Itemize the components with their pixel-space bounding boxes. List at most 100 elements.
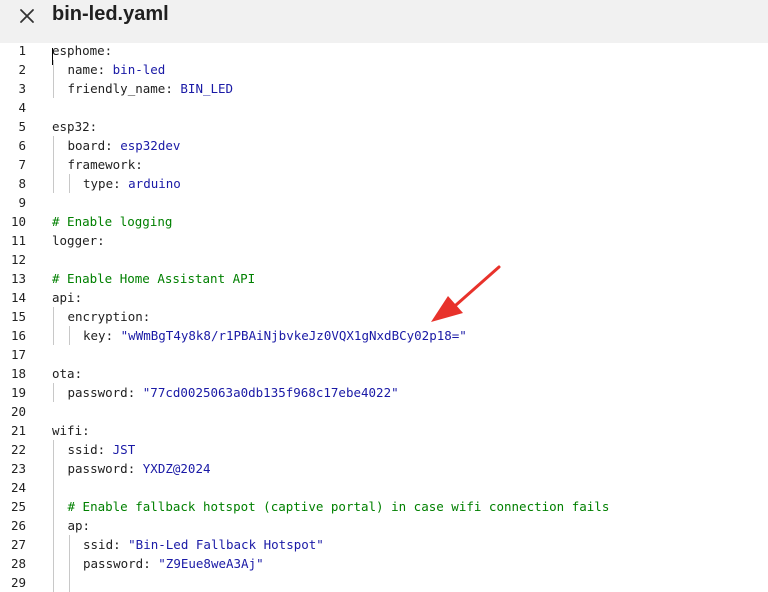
yaml-value: "wWmBgT4y8k8/r1PBAiNjbvkeJz0VQX1gNxdBCy0… [120,328,467,343]
line-number: 27 [10,537,26,552]
code-line[interactable]: 23 password: YXDZ@2024 [0,459,768,478]
line-number: 26 [10,518,26,533]
yaml-key: name: [67,62,113,77]
yaml-value: "Z9Eue8weA3Aj" [158,556,264,571]
code-text: encryption: [68,307,151,326]
code-line[interactable]: 11 logger: [0,231,768,250]
yaml-key: esp32: [52,119,98,134]
line-number: 16 [10,328,26,343]
yaml-value: "Bin-Led Fallback Hotspot" [128,537,324,552]
code-line[interactable]: 17 [0,345,768,364]
yaml-key: board: [67,138,121,153]
line-number: 2 [18,62,26,77]
code-line[interactable]: 13 # Enable Home Assistant API [0,269,768,288]
yaml-key: esphome: [52,43,113,58]
code-line[interactable]: 24 [0,478,768,497]
code-text: password: "Z9Eue8weA3Aj" [83,554,264,573]
code-line[interactable]: 9 [0,193,768,212]
code-line[interactable]: 8 type: arduino [0,174,768,193]
line-number: 10 [10,214,26,229]
editor-titlebar: bin-led.yaml [0,0,768,44]
code-text: esphome: [52,41,112,60]
code-line[interactable]: 26 ap: [0,516,768,535]
indent-guide [53,136,54,193]
line-number: 15 [10,309,26,324]
yaml-value: esp32dev [120,138,181,153]
code-editor[interactable]: 1 esphome: 2 name: bin-led 3 friendly_name: B… [0,41,768,592]
code-comment: # Enable logging [52,214,173,229]
code-line[interactable]: 20 [0,402,768,421]
code-line[interactable]: 15 encryption: [0,307,768,326]
line-number: 7 [18,157,26,172]
yaml-key: password: [83,556,159,571]
yaml-key: key: [83,328,121,343]
code-line[interactable]: 3 friendly_name: BIN_LED [0,79,768,98]
line-number: 14 [10,290,26,305]
code-text: esp32: [52,117,97,136]
code-text: # Enable fallback hotspot (captive porta… [68,497,610,516]
code-line[interactable]: 2 name: bin-led [0,60,768,79]
yaml-key: password: [67,461,143,476]
code-text: ap: [68,516,91,535]
code-line[interactable]: 29 [0,573,768,592]
line-number: 13 [10,271,26,286]
code-line[interactable]: 1 esphome: [0,41,768,60]
yaml-value: BIN_LED [180,81,234,96]
code-line[interactable]: 28 password: "Z9Eue8weA3Aj" [0,554,768,573]
yaml-key: friendly_name: [67,81,181,96]
line-number: 8 [18,176,26,191]
code-line[interactable]: 6 board: esp32dev [0,136,768,155]
code-line[interactable]: 7 framework: [0,155,768,174]
code-comment: # Enable Home Assistant API [52,271,256,286]
line-number: 4 [18,100,26,115]
close-button[interactable] [6,0,48,31]
code-line[interactable]: 22 ssid: JST [0,440,768,459]
line-number: 3 [18,81,26,96]
line-number: 6 [18,138,26,153]
code-line[interactable]: 4 [0,98,768,117]
code-line[interactable]: 25 # Enable fallback hotspot (captive por… [0,497,768,516]
line-number: 1 [18,43,26,58]
code-line[interactable]: 12 [0,250,768,269]
line-number: 21 [10,423,26,438]
code-text: board: esp32dev [68,136,181,155]
yaml-key: ssid: [67,442,113,457]
code-text: ssid: "Bin-Led Fallback Hotspot" [83,535,324,554]
code-text: password: "77cd0025063a0db135f968c17ebe4… [68,383,399,402]
yaml-key: ssid: [83,537,129,552]
line-number: 24 [10,480,26,495]
yaml-value: arduino [128,176,181,191]
code-text: logger: [52,231,105,250]
yaml-key: ota: [52,366,83,381]
line-number: 29 [10,575,26,590]
line-number: 19 [10,385,26,400]
code-text: # Enable Home Assistant API [52,269,255,288]
code-line[interactable]: 14 api: [0,288,768,307]
line-number: 5 [18,119,26,134]
code-line[interactable]: 10 # Enable logging [0,212,768,231]
indent-guide [53,383,54,402]
code-line[interactable]: 19 password: "77cd0025063a0db135f968c17eb… [0,383,768,402]
yaml-key: password: [67,385,143,400]
line-number: 17 [10,347,26,362]
line-number: 18 [10,366,26,381]
code-line[interactable]: 5 esp32: [0,117,768,136]
close-icon [20,8,34,23]
line-number: 28 [10,556,26,571]
yaml-value: JST [112,442,136,457]
code-line[interactable]: 21 wifi: [0,421,768,440]
code-text: name: bin-led [68,60,166,79]
line-number: 23 [10,461,26,476]
indent-guide [53,440,54,592]
line-number: 12 [10,252,26,267]
code-text: # Enable logging [52,212,172,231]
code-line[interactable]: 16 key: "wWmBgT4y8k8/r1PBAiNjbvkeJz0VQX1g… [0,326,768,345]
code-line[interactable]: 18 ota: [0,364,768,383]
line-number: 9 [18,195,26,210]
line-number: 25 [10,499,26,514]
code-text: framework: [68,155,143,174]
code-text: password: YXDZ@2024 [68,459,211,478]
code-line[interactable]: 27 ssid: "Bin-Led Fallback Hotspot" [0,535,768,554]
yaml-value: YXDZ@2024 [142,461,211,476]
yaml-key: framework: [67,157,143,172]
